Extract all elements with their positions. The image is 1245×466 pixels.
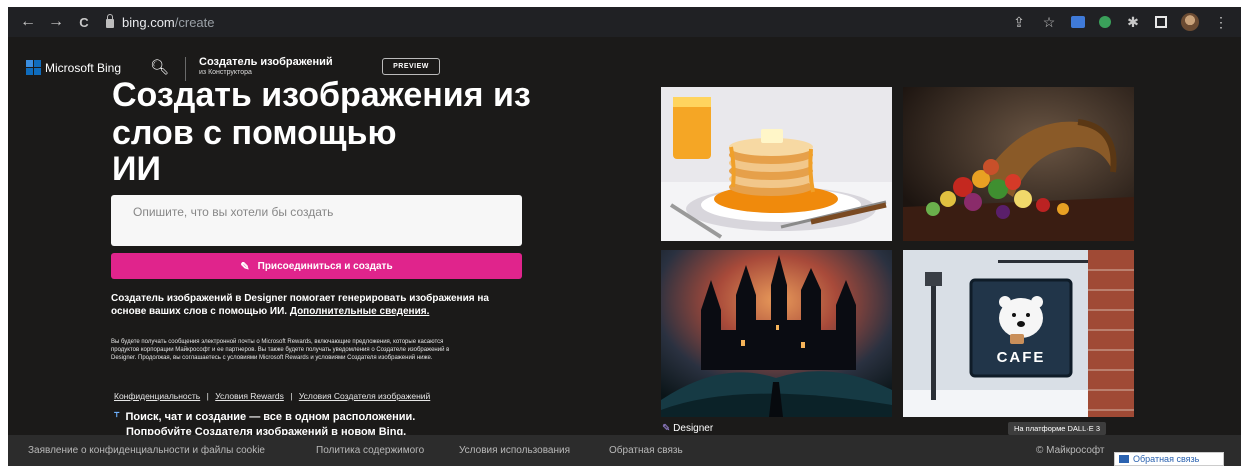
feedback-icon — [1119, 455, 1129, 463]
footer-content-policy-link[interactable]: Политика содержимого — [316, 445, 424, 456]
designer-icon: ✎ — [662, 423, 671, 434]
app-subtitle: из Конструктора — [199, 69, 252, 76]
forward-icon[interactable]: → — [42, 13, 70, 31]
bing-chat-icon: ⸆ — [114, 411, 120, 423]
legal-separator: | — [206, 391, 209, 401]
privacy-link[interactable]: Конфиденциальность — [114, 391, 200, 401]
preview-badge: PREVIEW — [382, 58, 440, 75]
app-title[interactable]: Создатель изображений — [199, 56, 333, 68]
legal-links: Конфиденциальность | Условия Rewards | У… — [114, 391, 430, 401]
hero-line-1: Создать изображения из — [112, 76, 531, 114]
description: Создатель изображений в Designer помогае… — [111, 292, 491, 318]
hero-heading: Создать изображения из слов с помощью ИИ — [112, 76, 652, 188]
creator-terms-link[interactable]: Условия Создателя изображений — [299, 391, 430, 401]
lock-icon — [106, 14, 114, 28]
designer-label: ✎ Designer — [662, 423, 713, 434]
learn-more-link[interactable]: Дополнительные сведения. — [290, 306, 430, 317]
sparkle-brush-icon: ✎ — [240, 260, 250, 273]
prompt-placeholder: Опишите, что вы хотели бы создать — [133, 205, 334, 219]
footer-feedback-link[interactable]: Обратная связь — [609, 445, 683, 456]
cafe-sign-image[interactable]: CAFE — [903, 250, 1134, 417]
address-bar[interactable]: bing.com/create — [106, 11, 215, 33]
page-content: Microsoft Bing 🔍︎ Создатель изображений … — [8, 37, 1241, 435]
feedback-label: Обратная связь — [1133, 454, 1200, 464]
footer-privacy-link[interactable]: Заявление о конфиденциальности и файлы c… — [28, 445, 265, 456]
browser-toolbar: ← → C bing.com/create ⇪ ☆ ✱ ⋮ — [8, 7, 1241, 37]
url-host: bing.com — [122, 14, 175, 30]
bookmark-star-icon[interactable]: ☆ — [1041, 14, 1057, 31]
footer-terms-link[interactable]: Условия использования — [459, 445, 570, 456]
try-new-bing-link[interactable]: Попробуйте Создателя изображений в новом… — [126, 425, 415, 435]
extensions-puzzle-icon[interactable]: ✱ — [1125, 14, 1141, 31]
page-footer: Заявление о конфиденциальности и файлы c… — [8, 435, 1241, 466]
logo-text: Microsoft Bing — [45, 60, 122, 75]
feedback-button[interactable]: Обратная связь — [1114, 452, 1224, 466]
pancakes-image[interactable] — [661, 87, 892, 241]
cafe-sign-text: CAFE — [996, 349, 1046, 366]
side-panel-icon[interactable] — [1155, 16, 1167, 28]
designer-text: Designer — [673, 423, 714, 434]
new-bing-tip: ⸆ Поиск, чат и создание — все в одном рас… — [114, 410, 415, 435]
back-icon[interactable]: ← — [14, 13, 42, 31]
url-path: /create — [174, 14, 215, 30]
cornucopia-image[interactable] — [903, 87, 1134, 241]
share-icon[interactable]: ⇪ — [1011, 14, 1027, 31]
profile-avatar[interactable] — [1181, 13, 1199, 31]
reload-icon[interactable]: C — [70, 15, 98, 30]
hero-line-3: ИИ — [112, 150, 161, 188]
footer-copyright: © Майкрософт — [1036, 445, 1105, 456]
tip-text: Поиск, чат и создание — все в одном расп… — [125, 411, 416, 423]
join-and-create-button[interactable]: ✎ Присоединиться и создать — [111, 253, 522, 279]
microsoft-bing-logo[interactable]: Microsoft Bing — [26, 60, 121, 75]
windows-logo-icon — [26, 60, 41, 75]
rewards-terms-link[interactable]: Условия Rewards — [215, 391, 284, 401]
browser-menu-icon[interactable]: ⋮ — [1213, 14, 1229, 31]
dalle-badge: На платформе DALL·E 3 — [1008, 422, 1106, 435]
join-button-label: Присоединиться и создать — [257, 260, 393, 272]
translate-extension-icon[interactable] — [1071, 16, 1085, 28]
search-icon[interactable]: 🔍︎ — [150, 58, 169, 76]
prompt-input[interactable]: Опишите, что вы хотели бы создать — [111, 195, 522, 246]
fine-print: Вы будете получать сообщения электронной… — [111, 339, 450, 361]
legal-separator: | — [290, 391, 293, 401]
hero-line-2: слов с помощью — [112, 114, 397, 152]
castle-image[interactable] — [661, 250, 892, 417]
green-extension-icon[interactable] — [1099, 16, 1111, 28]
